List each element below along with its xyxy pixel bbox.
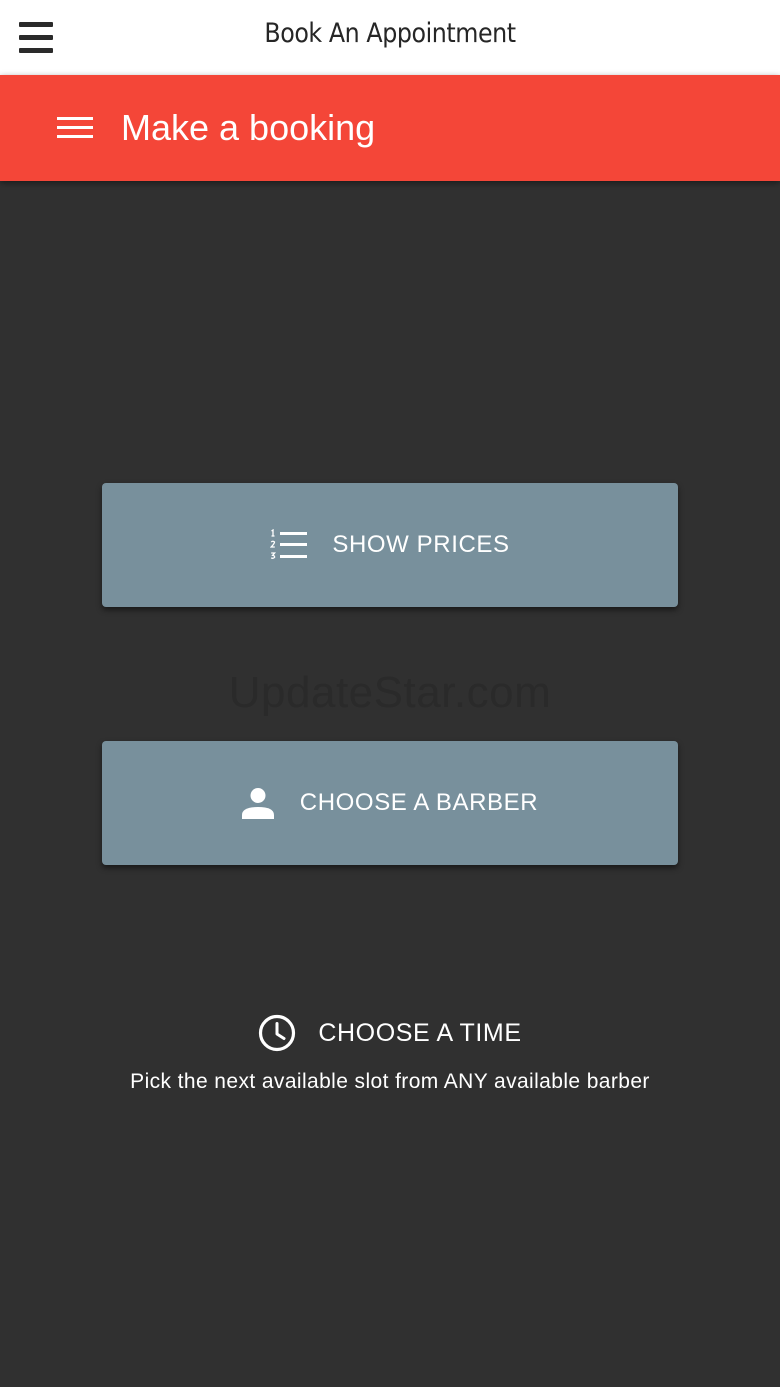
numbered-list-icon <box>270 529 308 559</box>
watermark: UpdateStar.com <box>228 668 552 717</box>
clock-icon <box>259 1014 296 1052</box>
choose-time-button[interactable]: CHOOSE A TIME <box>0 1012 780 1054</box>
app-bar-title: Make a booking <box>121 107 376 148</box>
page-title: Book An Appointment <box>264 18 516 49</box>
hamburger-icon[interactable] <box>57 115 93 141</box>
show-prices-button[interactable]: SHOW PRICES <box>102 483 678 607</box>
top-bar: Book An Appointment <box>0 0 780 75</box>
choose-barber-label: CHOOSE A BARBER <box>299 789 539 816</box>
app-bar: Make a booking <box>0 75 780 181</box>
show-prices-label: SHOW PRICES <box>332 531 510 558</box>
person-icon <box>241 788 274 819</box>
choose-time-label: CHOOSE A TIME <box>318 1018 522 1047</box>
choose-barber-button[interactable]: CHOOSE A BARBER <box>102 741 678 865</box>
choose-time-hint: Pick the next available slot from ANY av… <box>130 1070 650 1093</box>
